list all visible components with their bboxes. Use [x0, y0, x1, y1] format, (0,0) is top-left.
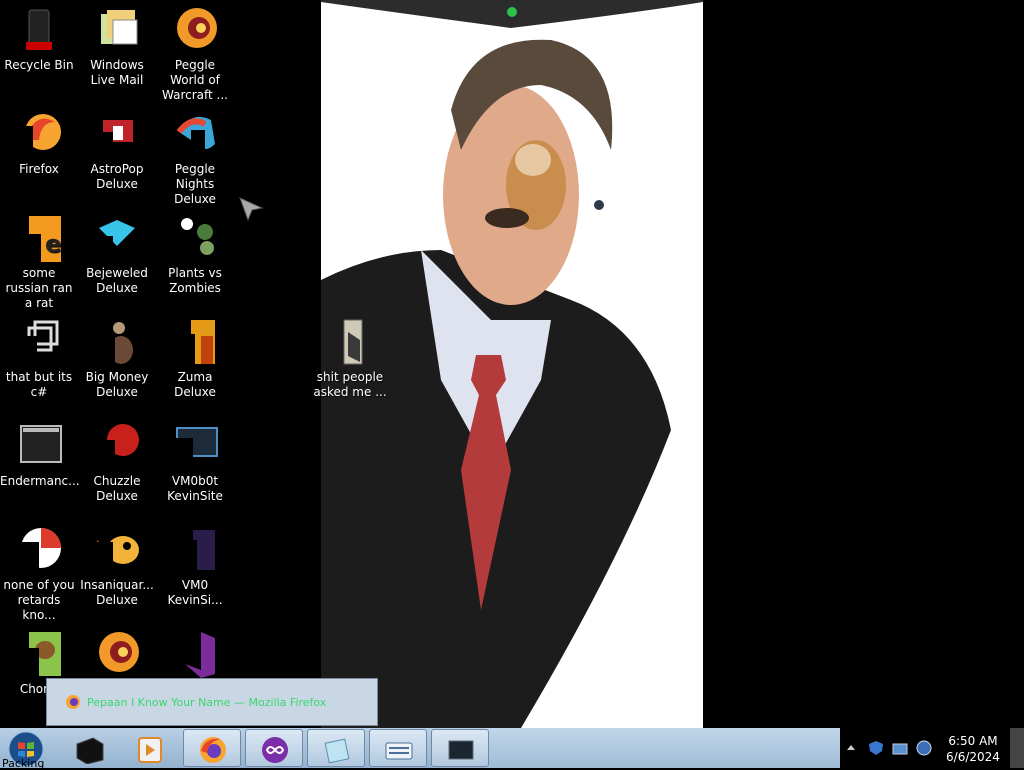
mail-icon: [93, 6, 141, 54]
folder-icon: [326, 318, 374, 366]
notes-icon: [324, 738, 350, 764]
recycle-bin-icon: [15, 6, 63, 54]
taskbar-button-firefox[interactable]: [183, 729, 241, 767]
desktop-icon-label: Bejeweled Deluxe: [86, 266, 148, 295]
desktop-icon-chrome[interactable]: none of you retards kno...: [0, 526, 78, 623]
plants-vs-zombies-icon: [171, 214, 219, 262]
network-icon[interactable]: [892, 740, 908, 756]
desktop-icon-big-money[interactable]: Big Money Deluxe: [78, 318, 156, 400]
desktop-icon-label: none of you retards kno...: [3, 578, 75, 622]
desktop-icon-label: Big Money Deluxe: [85, 370, 149, 399]
desktop-icon-label: Zuma Deluxe: [174, 370, 216, 399]
desktop-icon-label: VM0b0t KevinSite: [167, 474, 223, 503]
taskbar-thumbnail-preview[interactable]: Pepaan I Know Your Name — Mozilla Firefo…: [46, 678, 378, 726]
desktop-icon-label: some russian ran a rat: [5, 266, 73, 310]
visual-studio-icon: [171, 630, 219, 678]
desktop-icon-folder[interactable]: shit people asked me ...: [311, 318, 389, 400]
screen-icon: [448, 740, 474, 760]
black-box-icon: [76, 737, 104, 764]
shortcut-icon: [15, 318, 63, 366]
volume-icon[interactable]: [916, 740, 932, 756]
chuzzle-icon: [93, 422, 141, 470]
big-money-icon: [93, 318, 141, 366]
desktop-icon-peggle-nights[interactable]: Peggle Nights Deluxe: [156, 110, 234, 207]
desktop-icon-chuzzle[interactable]: Chuzzle Deluxe: [78, 422, 156, 504]
chomi-icon: [15, 630, 63, 678]
desktop-icon-plants-vs-zombies[interactable]: Plants vs Zombies: [156, 214, 234, 296]
desktop-icon-vm0-kevinsite[interactable]: VM0 KevinSi...: [156, 526, 234, 608]
chevron-up-icon[interactable]: [846, 742, 856, 752]
taskbar-button-media[interactable]: [120, 729, 178, 767]
taskbar-button-screen[interactable]: [431, 729, 489, 767]
desktop-icon-label: Firefox: [19, 162, 59, 176]
desktop-icon-that-but-c[interactable]: that but its c#: [0, 318, 78, 400]
taskbar-button-app[interactable]: [60, 729, 118, 767]
desktop-icon-russian-rat[interactable]: e some russian ran a rat: [0, 214, 78, 311]
start-label: Packing: [2, 757, 45, 770]
taskbar: [0, 728, 1024, 768]
desktop-icon-vm0b0t[interactable]: VM0b0t KevinSite: [156, 422, 234, 504]
desktop-icon-label: AstroPop Deluxe: [90, 162, 144, 191]
clock-date: 6/6/2024: [946, 750, 1000, 764]
desktop-icon-label: Peggle World of Warcraft ...: [162, 58, 228, 102]
taskbar-clock[interactable]: 6:50 AM 6/6/2024: [938, 733, 1008, 765]
taskbar-button-keyboard[interactable]: [369, 729, 427, 767]
mouse-cursor-icon: [239, 197, 264, 222]
firefox-icon: [66, 695, 80, 709]
taskbar-empty-area: [484, 728, 840, 768]
keyboard-icon: [385, 742, 413, 760]
file-icon: e: [15, 214, 63, 262]
desktop-icon-bejeweled[interactable]: Bejeweled Deluxe: [78, 214, 156, 296]
desktop-icon-peggle-wow[interactable]: Peggle World of Warcraft ...: [156, 6, 234, 103]
desktop-icon-label: VM0 KevinSi...: [167, 578, 223, 607]
desktop-icon-firefox[interactable]: Firefox: [0, 110, 78, 177]
desktop-icon-label: Recycle Bin: [4, 58, 74, 72]
desktop-icon-zuma[interactable]: Zuma Deluxe: [156, 318, 234, 400]
desktop-icon-endermanch[interactable]: Endermanc...: [0, 422, 80, 489]
thumbnail-title: Pepaan I Know Your Name — Mozilla Firefo…: [87, 696, 327, 709]
desktop-icon-label: shit people asked me ...: [313, 370, 387, 399]
desktop-icon-label: Chuzzle Deluxe: [93, 474, 141, 503]
peggle-icon: [171, 6, 219, 54]
taskbar-button-notes[interactable]: [307, 729, 365, 767]
firefox-icon: [200, 737, 226, 763]
zuma-icon: [171, 318, 219, 366]
firefox-icon: [15, 110, 63, 158]
desktop-icon-insaniquarium[interactable]: Insaniquar... Deluxe: [78, 526, 156, 608]
peggle-nights-icon: [171, 110, 219, 158]
desktop-icon-astropop[interactable]: AstroPop Deluxe: [78, 110, 156, 192]
show-desktop-button[interactable]: [1010, 728, 1024, 768]
desktop-icon-windows-live-mail[interactable]: Windows Live Mail: [78, 6, 156, 88]
security-shield-icon[interactable]: [868, 740, 884, 756]
insaniquarium-icon: [93, 526, 141, 574]
vm-icon: [171, 422, 219, 470]
desktop-icon-label: Peggle Nights Deluxe: [174, 162, 216, 206]
taskbar-button-infinity[interactable]: [245, 729, 303, 767]
astropop-icon: [93, 110, 141, 158]
desktop: Recycle Bin Windows Live Mail Peggle Wor…: [0, 0, 1024, 728]
infinity-app-icon: [262, 737, 288, 763]
svg-text:e: e: [45, 230, 61, 258]
bejeweled-icon: [93, 214, 141, 262]
desktop-icon-label: Insaniquar... Deluxe: [80, 578, 154, 607]
vm-folder-icon: [171, 526, 219, 574]
clock-time: 6:50 AM: [948, 734, 998, 748]
chrome-icon: [15, 526, 63, 574]
media-player-icon: [138, 737, 162, 763]
desktop-icon-label: Plants vs Zombies: [168, 266, 222, 295]
desktop-icon-peggle-2[interactable]: [78, 630, 156, 682]
desktop-icon-recycle-bin[interactable]: Recycle Bin: [0, 6, 78, 73]
desktop-icon-label: Endermanc...: [0, 474, 80, 488]
peggle-icon: [93, 630, 141, 678]
terminal-icon: [15, 422, 63, 470]
desktop-icon-label: that but its c#: [5, 370, 73, 399]
desktop-icon-label: Windows Live Mail: [90, 58, 144, 87]
desktop-icon-visual-studio[interactable]: [156, 630, 234, 682]
